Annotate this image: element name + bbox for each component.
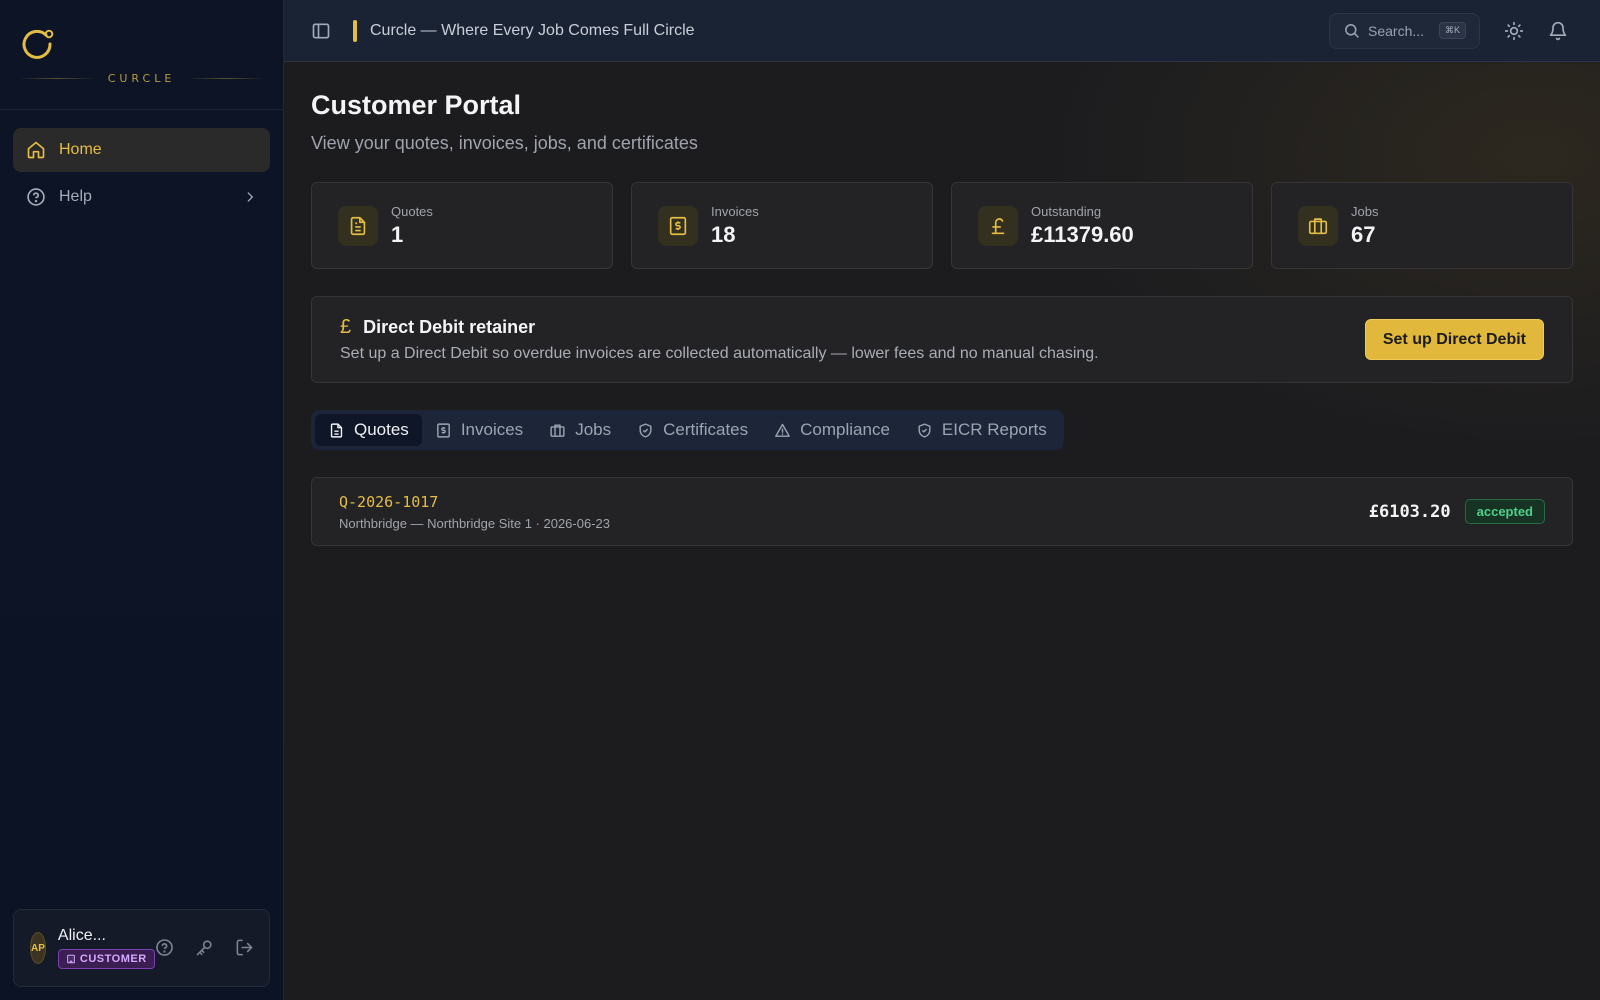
warning-icon xyxy=(774,422,791,439)
setup-direct-debit-button[interactable]: Set up Direct Debit xyxy=(1364,319,1544,360)
search-icon xyxy=(1343,22,1360,39)
search-input[interactable]: Search... ⌘K xyxy=(1329,12,1480,49)
role-badge: CUSTOMER xyxy=(57,949,155,969)
stat-value: £11379.60 xyxy=(1031,221,1134,247)
portal-tabs: Quotes Invoices Jobs Certificates Compli… xyxy=(311,410,1064,450)
search-shortcut: ⌘K xyxy=(1438,22,1466,39)
help-icon[interactable] xyxy=(155,938,175,958)
tab-certificates[interactable]: Certificates xyxy=(624,414,761,446)
sidebar-nav: Home Help xyxy=(0,110,283,240)
quote-amount: £6103.20 xyxy=(1368,501,1451,522)
theme-toggle-sun-icon[interactable] xyxy=(1504,21,1524,41)
home-icon xyxy=(26,140,46,160)
sidebar: CURCLE Home Help AP Alice... CUSTOMER xyxy=(0,0,284,1000)
stat-label: Jobs xyxy=(1351,203,1379,219)
logo-area: CURCLE xyxy=(0,0,283,110)
pound-icon xyxy=(978,205,1018,246)
user-name: Alice... xyxy=(57,927,106,944)
quote-list-item[interactable]: Q-2026-1017 Northbridge — Northbridge Si… xyxy=(311,477,1573,546)
tab-invoices[interactable]: Invoices xyxy=(422,414,536,446)
page-title: Customer Portal xyxy=(311,90,522,120)
sidebar-item-help[interactable]: Help xyxy=(13,175,270,219)
sidebar-item-home[interactable]: Home xyxy=(13,128,270,172)
stat-value: 67 xyxy=(1351,221,1376,247)
stat-label: Invoices xyxy=(711,203,759,219)
brand-wordmark: CURCLE xyxy=(107,72,176,85)
curcle-logo-icon[interactable] xyxy=(20,26,56,62)
briefcase-icon xyxy=(549,422,566,439)
title-accent-bar xyxy=(353,19,357,42)
search-placeholder: Search... xyxy=(1368,22,1425,39)
topbar: Curcle — Where Every Job Comes Full Circ… xyxy=(284,0,1600,62)
receipt-icon xyxy=(435,422,452,439)
sidebar-item-label: Home xyxy=(59,141,102,158)
stat-card-invoices: Invoices 18 xyxy=(631,182,933,269)
tab-quotes[interactable]: Quotes xyxy=(315,414,422,446)
sidebar-toggle-icon[interactable] xyxy=(311,21,331,41)
stat-card-jobs: Jobs 67 xyxy=(1271,182,1573,269)
quote-id[interactable]: Q-2026-1017 xyxy=(339,493,610,511)
stats-row: Quotes 1 Invoices 18 Outstanding £11379.… xyxy=(311,182,1573,269)
pound-icon: £ xyxy=(340,316,352,338)
shield-check-icon xyxy=(916,422,933,439)
stat-label: Quotes xyxy=(391,203,433,219)
bell-icon[interactable] xyxy=(1548,21,1568,41)
sidebar-item-label: Help xyxy=(59,188,92,205)
page-subtitle: View your quotes, invoices, jobs, and ce… xyxy=(311,133,698,153)
stat-value: 18 xyxy=(711,221,736,247)
tab-compliance[interactable]: Compliance xyxy=(761,414,903,446)
direct-debit-card: £ Direct Debit retainer Set up a Direct … xyxy=(311,296,1573,383)
user-card: AP Alice... CUSTOMER xyxy=(13,909,270,987)
stat-label: Outstanding xyxy=(1031,203,1102,219)
document-icon xyxy=(338,205,378,246)
tab-jobs[interactable]: Jobs xyxy=(536,414,624,446)
logout-icon[interactable] xyxy=(235,938,255,958)
quote-meta: Northbridge — Northbridge Site 1 · 2026-… xyxy=(339,515,610,531)
document-icon xyxy=(328,422,345,439)
status-badge: accepted xyxy=(1464,499,1545,524)
shield-icon xyxy=(637,422,654,439)
direct-debit-title: Direct Debit retainer xyxy=(363,317,536,337)
help-circle-icon xyxy=(26,187,46,207)
key-icon[interactable] xyxy=(195,938,215,958)
tab-eicr-reports[interactable]: EICR Reports xyxy=(903,414,1060,446)
receipt-icon xyxy=(658,205,698,246)
chevron-right-icon xyxy=(243,190,257,204)
briefcase-icon xyxy=(1298,205,1338,246)
app-title: Curcle — Where Every Job Comes Full Circ… xyxy=(370,21,695,39)
stat-value: 1 xyxy=(391,221,404,247)
main-content: Customer Portal View your quotes, invoic… xyxy=(284,62,1600,1000)
direct-debit-description: Set up a Direct Debit so overdue invoice… xyxy=(340,345,1099,362)
avatar[interactable]: AP xyxy=(30,932,46,964)
building-icon xyxy=(67,954,75,964)
stat-card-outstanding: Outstanding £11379.60 xyxy=(951,182,1253,269)
stat-card-quotes: Quotes 1 xyxy=(311,182,613,269)
